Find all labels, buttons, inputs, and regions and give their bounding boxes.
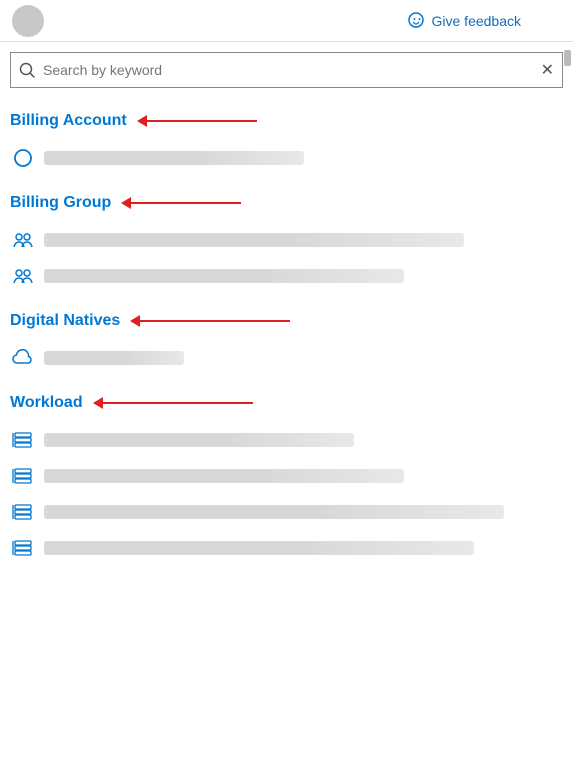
content-area: Billing Account Billing Group: [0, 94, 573, 566]
item-content-bar: [44, 269, 404, 283]
item-content-bar: [44, 433, 354, 447]
list-item: [10, 340, 563, 376]
top-bar: Give feedback: [0, 0, 573, 42]
stack-icon: [12, 537, 34, 559]
cloud-icon: [12, 347, 34, 369]
billing-account-arrow: [137, 115, 257, 127]
group-icon: [12, 229, 34, 251]
list-item: [10, 140, 563, 176]
item-content-bar: [44, 505, 504, 519]
search-clear-button[interactable]: ✕: [533, 60, 562, 80]
list-item: [10, 458, 563, 494]
search-input[interactable]: [43, 62, 533, 78]
billing-group-arrow: [121, 197, 241, 209]
digital-natives-arrow: [130, 315, 290, 327]
digital-natives-header: Digital Natives: [10, 312, 563, 330]
workload-header: Workload: [10, 394, 563, 412]
workload-arrow: [93, 397, 253, 409]
billing-account-label: Billing Account: [10, 112, 127, 130]
list-item: [10, 258, 563, 294]
feedback-icon: [408, 12, 426, 30]
give-feedback-button[interactable]: Give feedback: [400, 8, 530, 34]
item-content-bar: [44, 541, 474, 555]
list-item: [10, 494, 563, 530]
item-content-bar: [44, 469, 404, 483]
list-item: [10, 530, 563, 566]
circle-icon: [12, 147, 34, 169]
item-content-bar: [44, 351, 184, 365]
list-item: [10, 422, 563, 458]
group-icon: [12, 265, 34, 287]
list-item: [10, 222, 563, 258]
digital-natives-label: Digital Natives: [10, 312, 120, 330]
billing-group-label: Billing Group: [10, 194, 111, 212]
stack-icon: [12, 501, 34, 523]
billing-group-header: Billing Group: [10, 194, 563, 212]
search-bar: ✕: [10, 52, 563, 88]
item-content-bar: [44, 151, 304, 165]
workload-label: Workload: [10, 394, 83, 412]
give-feedback-label: Give feedback: [432, 13, 522, 29]
search-icon: [11, 62, 43, 78]
stack-icon: [12, 429, 34, 451]
stack-icon: [12, 465, 34, 487]
avatar: [12, 5, 44, 37]
scroll-indicator: [564, 50, 571, 66]
item-content-bar: [44, 233, 464, 247]
billing-account-header: Billing Account: [10, 112, 563, 130]
